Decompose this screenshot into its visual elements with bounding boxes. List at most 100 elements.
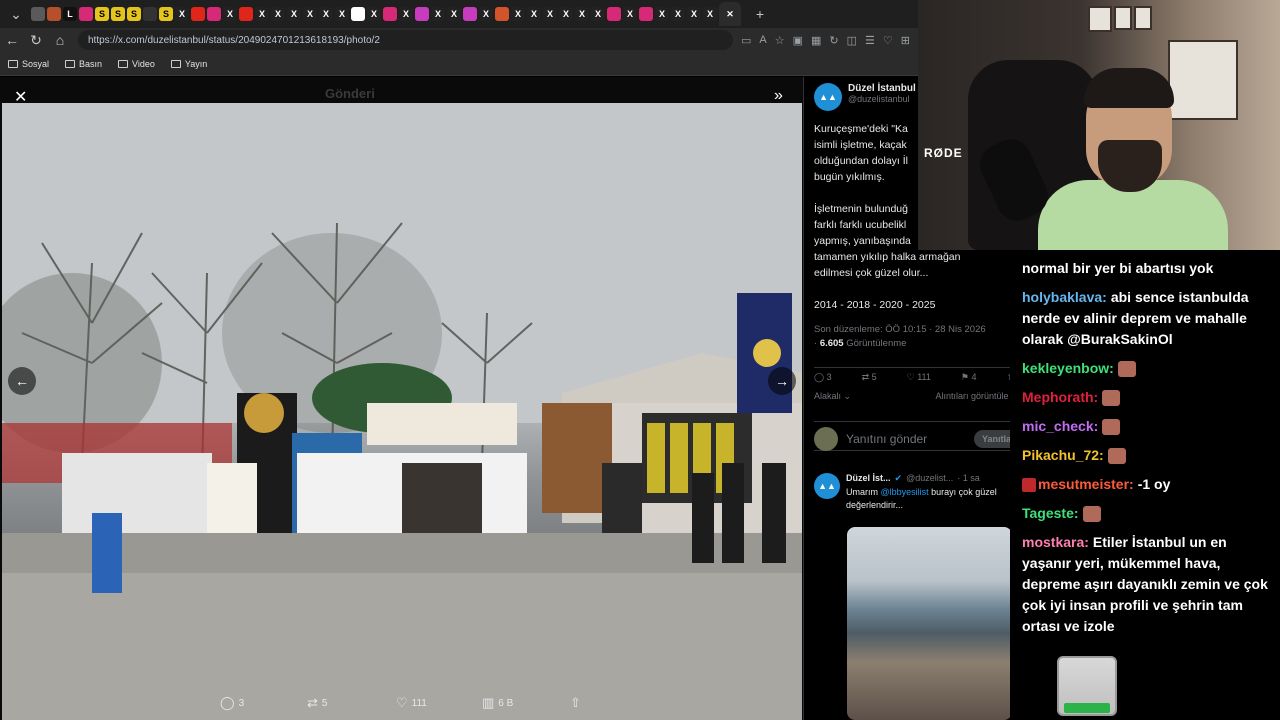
reader-mode-icon[interactable]: ▭: [741, 34, 751, 47]
reply-author-name[interactable]: Düzel İst...: [846, 473, 891, 484]
bookmark-folder-sosyal[interactable]: Sosyal: [8, 59, 49, 69]
webcam-feed: RØDE: [918, 0, 1280, 250]
browser-tab-favicon[interactable]: X: [703, 7, 717, 21]
reply-author-handle[interactable]: @duzelist...: [906, 473, 953, 484]
like-stat[interactable]: ♡ 111: [907, 372, 931, 383]
split-screen-icon[interactable]: ◫: [847, 34, 857, 47]
browser-tab-favicon[interactable]: X: [399, 7, 413, 21]
browser-tab-favicon[interactable]: X: [319, 7, 333, 21]
repost-stat[interactable]: ⇄ 5: [862, 372, 877, 383]
browser-tab-favicon[interactable]: X: [511, 7, 525, 21]
street-view-photo: [2, 103, 802, 720]
browser-tab-favicon[interactable]: X: [543, 7, 557, 21]
browser-tab-favicon[interactable]: L: [63, 7, 77, 21]
browser-tab-favicon[interactable]: X: [575, 7, 589, 21]
browser-tab-favicon[interactable]: X: [527, 7, 541, 21]
reply-button[interactable]: ◯ 3: [220, 695, 244, 711]
avatar[interactable]: ▲▲: [814, 473, 840, 499]
chat-username[interactable]: mostkara:: [1022, 534, 1089, 550]
bookmark-stat[interactable]: ⚑ 4: [961, 372, 977, 383]
favorites-icon[interactable]: ☰: [865, 34, 875, 47]
browser-tab-favicon[interactable]: X: [655, 7, 669, 21]
browser-tab-favicon[interactable]: X: [175, 7, 189, 21]
browser-tab-favicon[interactable]: [239, 7, 253, 21]
refresh-extension-icon[interactable]: ↻: [829, 34, 838, 47]
chat-username[interactable]: Mephorath:: [1022, 389, 1098, 405]
browser-tab-favicon[interactable]: X: [623, 7, 637, 21]
chat-username[interactable]: mic_check:: [1022, 418, 1098, 434]
collections-icon[interactable]: ⊞: [901, 34, 910, 47]
tab-menu-chevron-icon[interactable]: ⌄: [4, 6, 28, 23]
browser-tab-favicon[interactable]: X: [367, 7, 381, 21]
browser-essentials-icon[interactable]: ♡: [883, 34, 893, 47]
browser-tab-favicon[interactable]: S: [95, 7, 109, 21]
browser-tab-favicon[interactable]: [79, 7, 93, 21]
new-tab-plus-icon[interactable]: +: [748, 6, 772, 22]
chat-message: Tageste:: [1022, 503, 1272, 524]
chat-username[interactable]: Tageste:: [1022, 505, 1079, 521]
wall-picture: [1134, 6, 1152, 30]
browser-tab-favicon[interactable]: X: [271, 7, 285, 21]
repost-button[interactable]: ⇄ 5: [307, 695, 327, 711]
views-button[interactable]: ▥ 6 B: [482, 695, 513, 711]
author-handle[interactable]: @duzelistanbul: [848, 94, 916, 104]
back-arrow-icon[interactable]: ←: [0, 32, 24, 48]
browser-tab-favicon[interactable]: X: [335, 7, 349, 21]
close-tab-icon[interactable]: ✕: [719, 2, 741, 26]
like-button[interactable]: ♡ 111: [396, 695, 427, 711]
next-photo-arrow-icon[interactable]: →: [768, 367, 796, 395]
browser-tab-favicon[interactable]: X: [255, 7, 269, 21]
browser-tab-favicon[interactable]: [47, 7, 61, 21]
extension-icon[interactable]: ▣: [793, 34, 803, 47]
browser-tab-favicon[interactable]: [207, 7, 221, 21]
previous-photo-arrow-icon[interactable]: ←: [8, 367, 36, 395]
browser-tab-favicon[interactable]: X: [591, 7, 605, 21]
browser-tab-favicon[interactable]: X: [447, 7, 461, 21]
browser-tab-favicon[interactable]: [639, 7, 653, 21]
browser-tab-favicon[interactable]: X: [431, 7, 445, 21]
browser-tab-favicon[interactable]: [607, 7, 621, 21]
browser-tab-favicon[interactable]: [351, 7, 365, 21]
chat-username[interactable]: Pikachu_72:: [1022, 447, 1104, 463]
browser-tab-favicon[interactable]: [495, 7, 509, 21]
browser-tab-favicon[interactable]: [191, 7, 205, 21]
browser-tab-favicon[interactable]: S: [127, 7, 141, 21]
browser-tab-favicon[interactable]: X: [287, 7, 301, 21]
browser-tab-favicon[interactable]: [31, 7, 45, 21]
bookmark-folder-yayin[interactable]: Yayın: [170, 59, 207, 69]
view-quotes-link[interactable]: Alıntıları görüntüle ›: [935, 391, 1014, 402]
browser-tab-favicon[interactable]: X: [671, 7, 685, 21]
browser-tab-favicon[interactable]: [143, 7, 157, 21]
avatar[interactable]: ▲▲: [814, 83, 842, 111]
chat-username[interactable]: kekleyenbow:: [1022, 360, 1114, 376]
reply-stat[interactable]: ◯ 3: [814, 372, 832, 383]
author-name[interactable]: Düzel İstanbul: [848, 83, 916, 94]
chat-username[interactable]: holybaklava:: [1022, 289, 1107, 305]
browser-tab-favicon[interactable]: [383, 7, 397, 21]
read-aloud-icon[interactable]: A: [759, 34, 766, 47]
reply-input[interactable]: Yanıtını gönder: [846, 432, 966, 446]
browser-tab-favicon[interactable]: S: [111, 7, 125, 21]
browser-tab-favicon[interactable]: S: [159, 7, 173, 21]
browser-tab-favicon[interactable]: [463, 7, 477, 21]
bookmark-folder-video[interactable]: Video: [118, 59, 155, 69]
browser-tab-favicon[interactable]: [415, 7, 429, 21]
browser-tab-favicon[interactable]: X: [479, 7, 493, 21]
browser-tab-favicon[interactable]: X: [223, 7, 237, 21]
browser-tab-favicon[interactable]: X: [687, 7, 701, 21]
browser-tab-favicon[interactable]: X: [303, 7, 317, 21]
reload-icon[interactable]: ↻: [24, 32, 48, 49]
favorite-star-icon[interactable]: ☆: [775, 34, 785, 47]
url-field[interactable]: https://x.com/duzelistanbul/status/20490…: [78, 30, 733, 50]
browser-tab-favicon[interactable]: X: [559, 7, 573, 21]
edited-timestamp[interactable]: Son düzenleme: ÖÖ 10:15 · 28 Nis 2026: [814, 323, 986, 337]
reply-image-thumbnail[interactable]: [847, 527, 1012, 720]
home-icon[interactable]: ⌂: [48, 32, 72, 48]
extension-icon[interactable]: ▦: [811, 34, 821, 47]
sort-dropdown[interactable]: Alakalı ⌄: [814, 391, 851, 402]
bookmark-folder-basin[interactable]: Basın: [65, 59, 102, 69]
reply-mention-link[interactable]: @lbbyesilist: [881, 487, 929, 497]
cup-label: [1064, 703, 1110, 713]
chat-username[interactable]: mesutmeister:: [1038, 476, 1134, 492]
share-button[interactable]: ⇧: [570, 695, 581, 711]
